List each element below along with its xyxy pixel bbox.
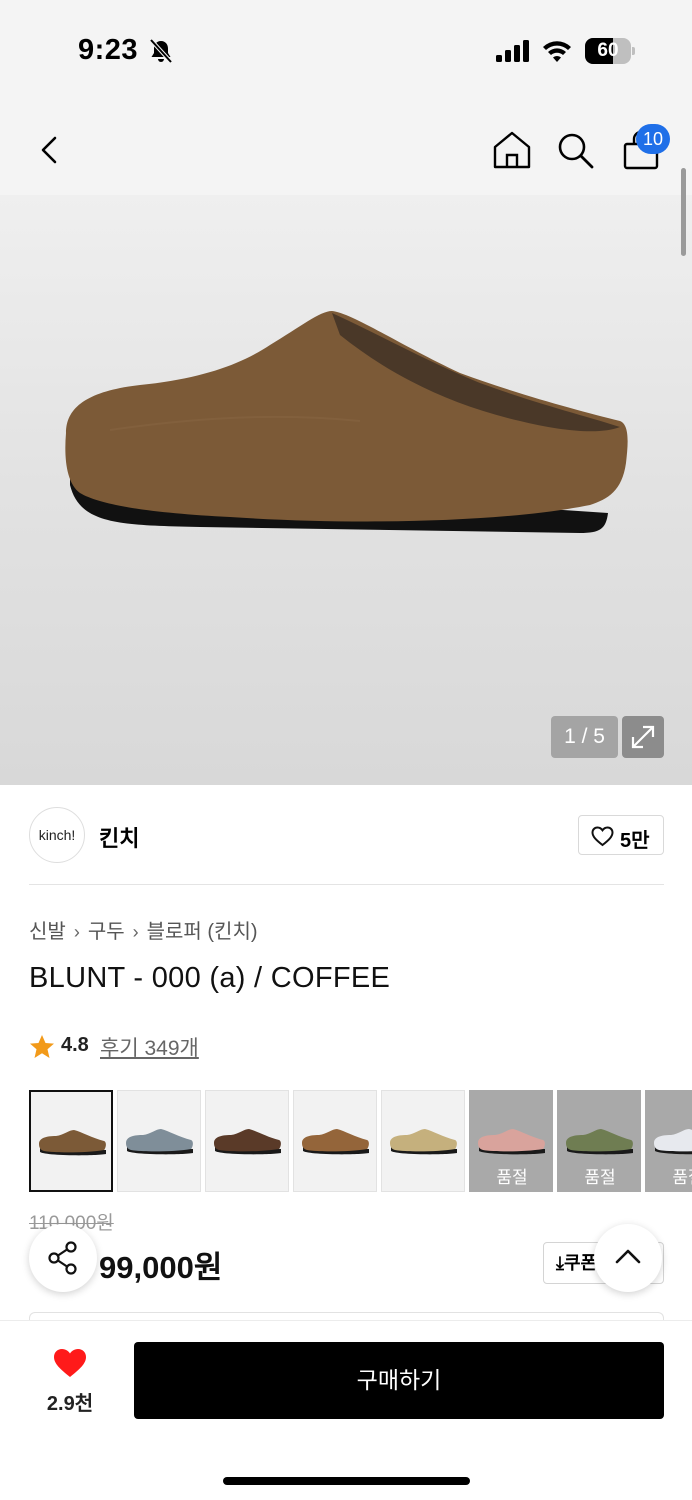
shoe-thumbnail bbox=[302, 1129, 369, 1155]
bottom-action-bar: 2.9천 구매하기 bbox=[0, 1320, 692, 1500]
brand-like-count: 5만 bbox=[620, 830, 650, 852]
chevron-up-icon bbox=[615, 1249, 641, 1264]
wifi-icon bbox=[543, 41, 571, 62]
color-option-7[interactable]: 품절 bbox=[557, 1090, 641, 1192]
home-icon[interactable] bbox=[490, 128, 534, 172]
shoe-thumbnail bbox=[39, 1130, 106, 1156]
expand-icon[interactable] bbox=[622, 716, 664, 758]
breadcrumb-item-dress-shoes[interactable]: 구두 bbox=[88, 921, 125, 943]
battery-percentage: 60 bbox=[597, 40, 619, 61]
chevron-right-icon: › bbox=[132, 922, 139, 942]
chevron-right-icon: › bbox=[73, 922, 80, 942]
home-indicator bbox=[223, 1477, 470, 1485]
color-option-8[interactable]: 품절 bbox=[645, 1090, 692, 1192]
shoe-thumbnail bbox=[390, 1129, 457, 1155]
color-option-2[interactable] bbox=[117, 1090, 201, 1192]
search-icon[interactable] bbox=[553, 128, 597, 172]
breadcrumb-item-bloafer[interactable]: 블로퍼 (킨치) bbox=[147, 921, 258, 943]
brand-row: kinch! 킨치 5만 bbox=[0, 785, 692, 885]
color-option-6[interactable]: 품절 bbox=[469, 1090, 553, 1192]
buy-button[interactable]: 구매하기 bbox=[134, 1342, 664, 1419]
soldout-label: 품절 bbox=[584, 1168, 616, 1187]
color-options: 품절 품절 품절 bbox=[29, 1090, 692, 1192]
share-icon bbox=[48, 1241, 77, 1275]
shoe-thumbnail bbox=[654, 1129, 692, 1155]
color-option-5[interactable] bbox=[381, 1090, 465, 1192]
brand-name[interactable]: 킨치 bbox=[99, 821, 139, 853]
breadcrumb-item-shoes[interactable]: 신발 bbox=[29, 921, 66, 943]
share-button[interactable] bbox=[29, 1224, 97, 1292]
nav-header bbox=[0, 100, 692, 195]
bell-off-icon bbox=[149, 38, 173, 64]
shoe-thumbnail bbox=[126, 1129, 193, 1155]
soldout-label: 품절 bbox=[496, 1168, 528, 1187]
divider bbox=[29, 884, 664, 885]
product-image bbox=[65, 311, 628, 533]
star-icon bbox=[30, 1035, 54, 1058]
status-bar: 9:23 60 bbox=[0, 0, 692, 100]
soldout-label: 품절 bbox=[672, 1168, 692, 1187]
shoe-thumbnail bbox=[478, 1129, 545, 1155]
review-link[interactable]: 후기 349개 bbox=[100, 1032, 199, 1062]
breadcrumb: 신발 › 구두 › 블로퍼 (킨치) bbox=[29, 915, 258, 944]
battery-icon: 60 bbox=[585, 38, 635, 64]
shoe-thumbnail bbox=[566, 1129, 633, 1155]
rating-value: 4.8 bbox=[61, 1034, 89, 1056]
scroll-to-top-button[interactable] bbox=[594, 1224, 662, 1292]
color-option-3[interactable] bbox=[205, 1090, 289, 1192]
color-option-4[interactable] bbox=[293, 1090, 377, 1192]
cellular-signal-icon bbox=[496, 40, 529, 62]
color-option-1[interactable] bbox=[29, 1090, 113, 1192]
brand-like-button[interactable]: 5만 bbox=[578, 815, 664, 855]
scroll-indicator bbox=[681, 168, 686, 256]
product-title: BLUNT - 000 (a) / COFFEE bbox=[29, 962, 391, 994]
wishlist-count: 2.9천 bbox=[46, 1393, 94, 1415]
brand-logo[interactable]: kinch! bbox=[29, 807, 85, 863]
shoe-thumbnail bbox=[214, 1129, 281, 1155]
product-image-gallery[interactable] bbox=[0, 195, 692, 785]
sale-price: 99,000원 bbox=[99, 1250, 223, 1285]
status-time: 9:23 bbox=[78, 34, 139, 66]
heart-outline-icon bbox=[591, 826, 614, 847]
image-counter: 1 / 5 bbox=[551, 716, 618, 758]
cart-count-badge: 10 bbox=[636, 124, 670, 154]
heart-filled-icon[interactable] bbox=[52, 1347, 88, 1379]
download-icon: ⤓ bbox=[556, 1253, 564, 1273]
back-button[interactable] bbox=[30, 130, 70, 170]
